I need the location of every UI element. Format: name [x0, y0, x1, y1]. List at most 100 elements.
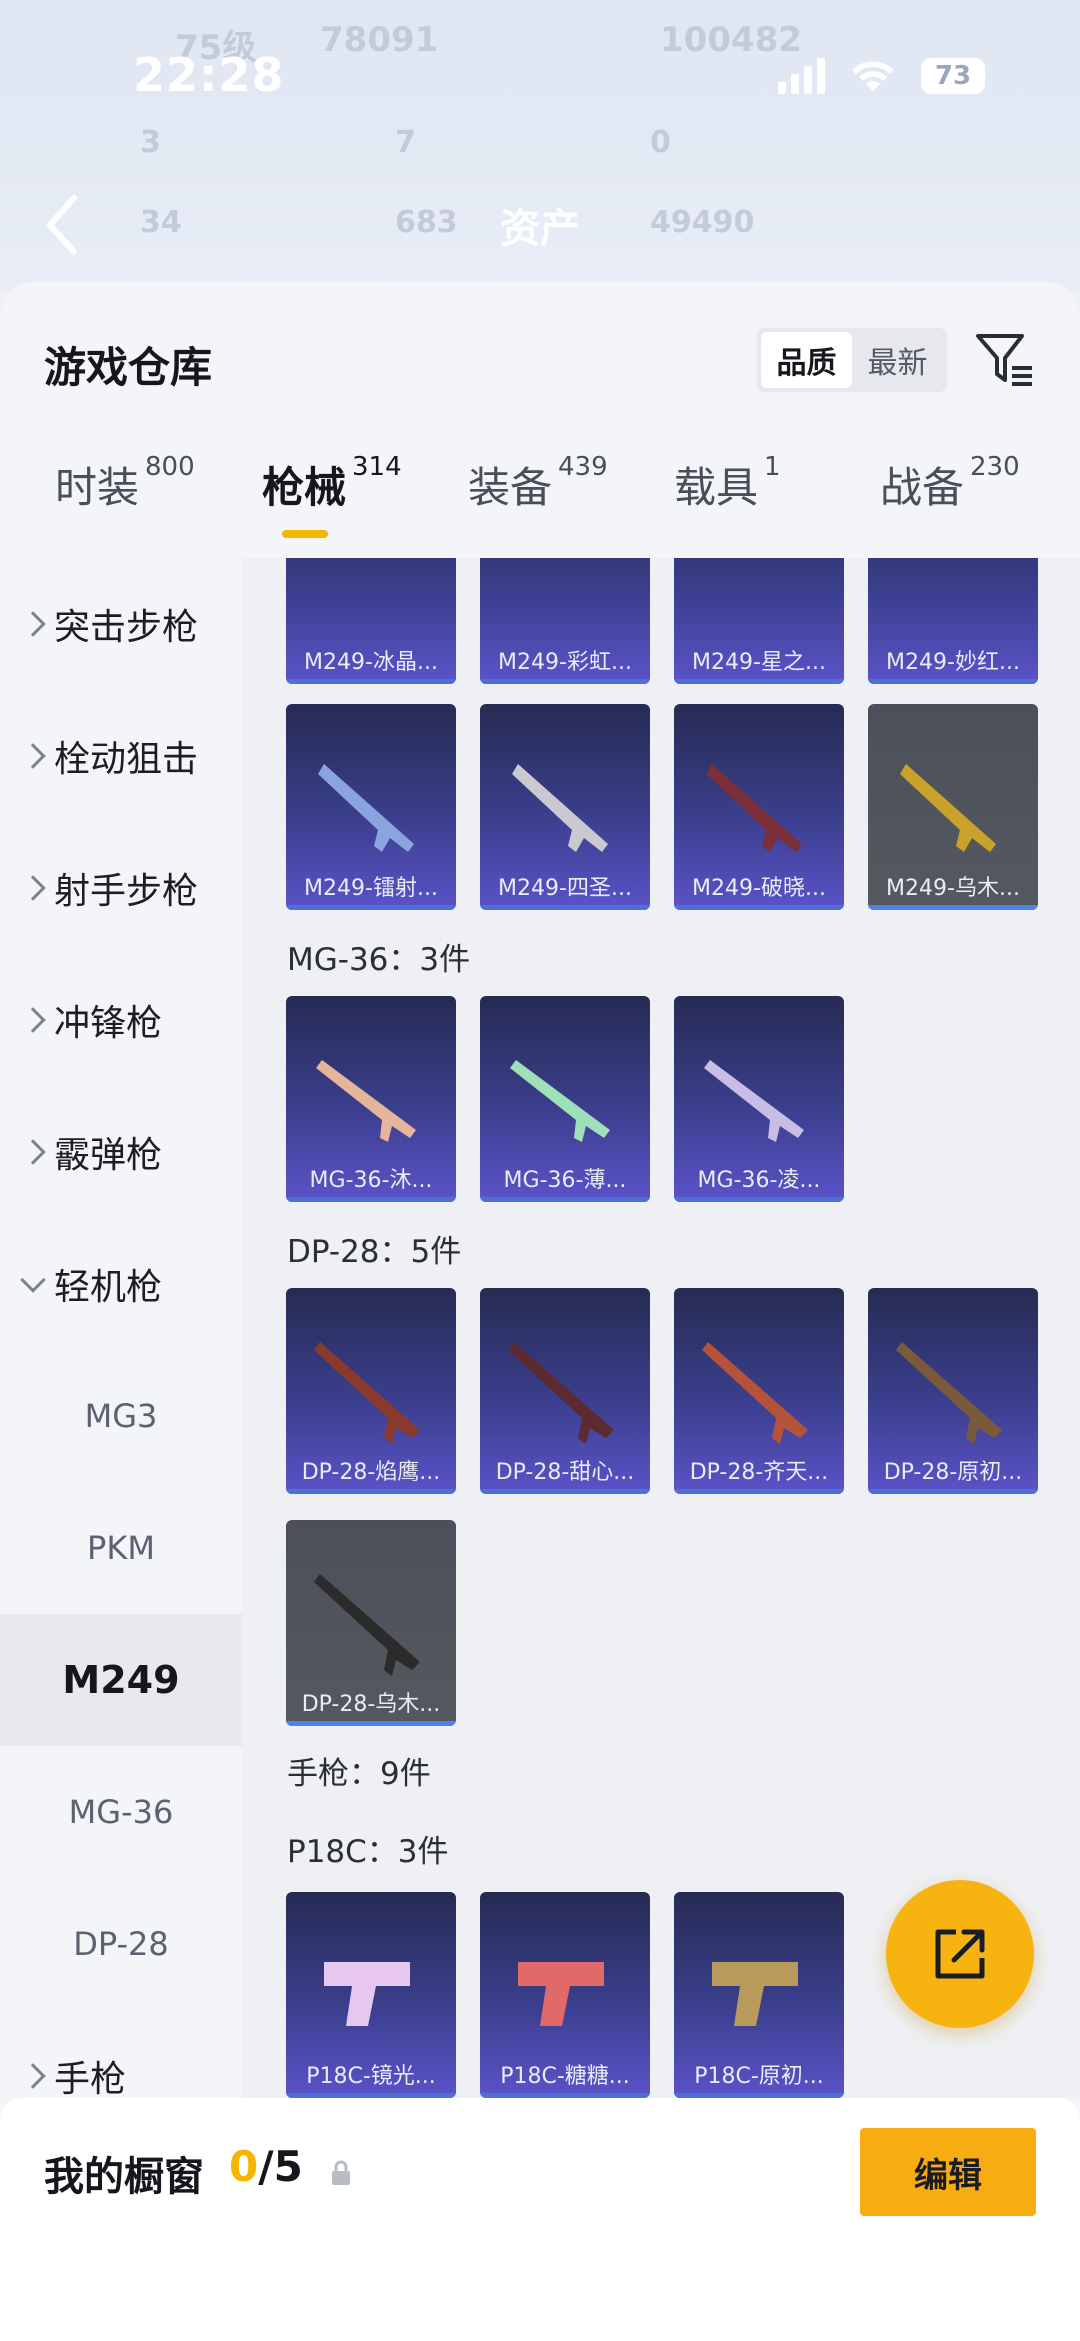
item-card[interactable]: MG-36-凌... [674, 996, 844, 1202]
showcase-total: /5 [258, 2142, 303, 2191]
tab-fashion[interactable]: 时装 800 [55, 452, 195, 564]
item-name: DP-28-齐天... [689, 1460, 829, 1485]
weapon-image [702, 1342, 808, 1444]
item-card[interactable]: M249-四圣... [480, 704, 650, 910]
tab-label: 枪械 [262, 463, 347, 512]
item-card[interactable]: M249-破晓... [674, 704, 844, 910]
item-name: M249-星之... [692, 650, 826, 675]
category-bolt-sniper[interactable]: 栓动狙击 [0, 690, 242, 822]
category-label: 射手步枪 [54, 871, 199, 912]
warehouse-title: 游戏仓库 [44, 343, 213, 392]
weapon-image [314, 1342, 420, 1444]
item-card[interactable]: DP-28-原初... [868, 1288, 1038, 1494]
showcase-count: 0/5 [229, 2142, 303, 2191]
wifi-icon [852, 61, 894, 91]
status-time: 22:28 [133, 48, 285, 102]
rarity-bar [286, 1721, 456, 1726]
subcategory-label: DP-28 [73, 1925, 169, 1963]
category-label: 突击步枪 [54, 607, 199, 648]
item-name: M249-妙红... [886, 650, 1020, 675]
item-name: DP-28-原初... [883, 1460, 1023, 1485]
weapon-image [896, 1342, 1002, 1444]
weapon-image [510, 1060, 610, 1142]
category-label: 轻机枪 [54, 1267, 163, 1308]
item-name: DP-28-乌木... [301, 1692, 441, 1717]
tab-label: 战备 [880, 463, 965, 512]
category-label: 霰弹枪 [54, 1135, 163, 1176]
section-header-dp28: DP-28：5件 [287, 1234, 462, 1270]
chevron-right-icon [20, 875, 46, 901]
category-pistol[interactable]: 手枪 [0, 2010, 242, 2098]
item-card[interactable]: DP-28-齐天... [674, 1288, 844, 1494]
subcategory-label: MG-36 [68, 1793, 174, 1831]
sheet-header: 游戏仓库 品质 最新 [0, 282, 1080, 432]
tab-weapons[interactable]: 枪械 314 [262, 452, 402, 564]
item-name: MG-36-薄... [503, 1168, 627, 1193]
rarity-bar [674, 679, 844, 684]
tab-count: 230 [970, 452, 1020, 482]
weapon-image [712, 1962, 798, 2026]
item-name: M249-乌木... [886, 876, 1020, 901]
chevron-right-icon [20, 2063, 46, 2089]
weapon-image [316, 1060, 416, 1142]
subcategory-mg36[interactable]: MG-36 [0, 1746, 242, 1878]
tab-tactical[interactable]: 战备 230 [880, 452, 1020, 564]
page-title: 资产 [500, 206, 580, 252]
category-marksman[interactable]: 射手步枪 [0, 822, 242, 954]
rarity-bar [286, 1197, 456, 1202]
item-card[interactable]: M249-星之... [674, 558, 844, 684]
item-card[interactable]: P18C-糖糖... [480, 1892, 650, 2098]
tab-count: 439 [558, 452, 608, 482]
subcategory-mg3[interactable]: MG3 [0, 1350, 242, 1482]
item-card[interactable]: P18C-镜光... [286, 1892, 456, 2098]
item-card[interactable]: MG-36-薄... [480, 996, 650, 1202]
item-card[interactable]: MG-36-沐... [286, 996, 456, 1202]
sort-quality-button[interactable]: 品质 [761, 332, 852, 388]
item-card[interactable]: M249-妙红... [868, 558, 1038, 684]
category-smg[interactable]: 冲锋枪 [0, 954, 242, 1086]
subcategory-label: M249 [62, 1658, 180, 1702]
share-button[interactable] [886, 1880, 1034, 2028]
header-backdrop: 75级 78091 100482 3 7 0 34 683 49490 22:2… [0, 0, 1080, 290]
item-card[interactable]: DP-28-甜心... [480, 1288, 650, 1494]
section-header-p18c: P18C：3件 [287, 1834, 449, 1870]
sort-newest-button[interactable]: 最新 [852, 332, 943, 388]
rarity-bar [480, 905, 650, 910]
subcategory-dp28[interactable]: DP-28 [0, 1878, 242, 2010]
ghost-v2: 7 [395, 125, 416, 160]
subcategory-label: PKM [87, 1529, 155, 1567]
subcategory-m249[interactable]: M249 [0, 1614, 242, 1746]
rarity-bar [286, 905, 456, 910]
item-card[interactable]: M249-镭射... [286, 704, 456, 910]
item-card[interactable]: P18C-原初... [674, 1892, 844, 2098]
item-card[interactable]: DP-28-乌木... [286, 1520, 456, 1726]
category-shotgun[interactable]: 霰弹枪 [0, 1086, 242, 1218]
item-card[interactable]: M249-冰晶... [286, 558, 456, 684]
item-name: MG-36-凌... [697, 1168, 821, 1193]
item-card[interactable]: M249-乌木... [868, 704, 1038, 910]
item-name: DP-28-焰鹰... [301, 1460, 441, 1485]
signal-icon [778, 58, 825, 94]
tab-equipment[interactable]: 装备 439 [468, 452, 608, 564]
tab-count: 314 [352, 452, 402, 482]
rarity-bar [674, 905, 844, 910]
category-assault-rifle[interactable]: 突击步枪 [0, 558, 242, 690]
category-lmg[interactable]: 轻机枪 [0, 1218, 242, 1350]
subcategory-pkm[interactable]: PKM [0, 1482, 242, 1614]
tab-count: 1 [764, 452, 781, 482]
rarity-bar [480, 1197, 650, 1202]
tab-vehicles[interactable]: 载具 1 [674, 452, 781, 564]
item-card[interactable]: DP-28-焰鹰... [286, 1288, 456, 1494]
lock-icon [332, 2160, 350, 2185]
filter-icon[interactable] [972, 326, 1036, 390]
edit-button[interactable]: 编辑 [860, 2128, 1036, 2216]
item-name: DP-28-甜心... [495, 1460, 635, 1485]
ghost-v1: 3 [140, 125, 161, 160]
item-card[interactable]: M249-彩虹... [480, 558, 650, 684]
chevron-right-icon [20, 743, 46, 769]
ghost-coins: 78091 [320, 20, 439, 60]
weapon-image [704, 1060, 804, 1142]
share-icon [935, 1929, 985, 1979]
weapon-image [512, 764, 608, 852]
section-header-mg36: MG-36：3件 [287, 942, 471, 978]
